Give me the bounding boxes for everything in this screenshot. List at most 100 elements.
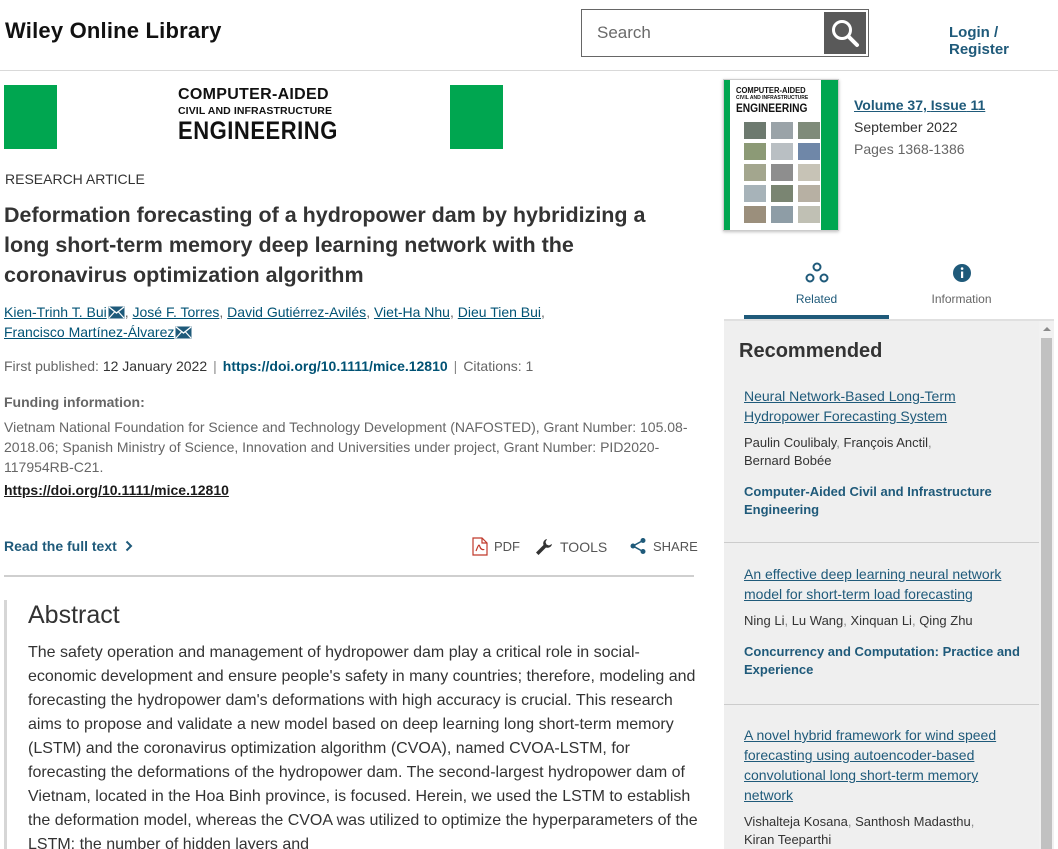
citations-count[interactable]: Citations: 1	[463, 358, 533, 374]
search-button[interactable]	[824, 12, 866, 54]
funding-doi-link[interactable]: https://doi.org/10.1111/mice.12810	[4, 482, 229, 498]
cover-photo-grid	[744, 122, 820, 223]
recommended-authors: Ning Li, Lu Wang, Xinquan Li, Qing Zhu	[744, 613, 973, 628]
recommended-author: Paulin Coulibaly	[744, 435, 837, 450]
recommended-author: Kiran Teeparthi	[744, 832, 832, 847]
wrench-icon	[536, 539, 552, 555]
share-button[interactable]: SHARE	[629, 537, 698, 555]
read-full-text-link[interactable]: Read the full text	[4, 538, 134, 554]
cover-photo	[744, 164, 766, 181]
share-label: SHARE	[653, 538, 698, 554]
author-link[interactable]: Kien-Trinh T. Bui	[4, 304, 107, 320]
pdf-button[interactable]: PDF	[472, 537, 520, 556]
author-link[interactable]: Francisco Martínez-Álvarez	[4, 324, 174, 340]
site-logo[interactable]: Wiley Online Library	[5, 18, 222, 44]
cover-stripe	[821, 80, 838, 230]
issue-label: Issue	[930, 97, 967, 113]
author-link[interactable]: José F. Torres	[133, 304, 220, 320]
cover-title: COMPUTER-AIDED CIVIL AND INFRASTRUCTURE …	[736, 86, 820, 115]
recommended-journal[interactable]: Computer-Aided Civil and Infrastructure …	[744, 483, 1029, 519]
abstract-heading: Abstract	[28, 601, 120, 629]
banner-green-block	[4, 85, 57, 149]
recommended-author: Bernard Bobée	[744, 453, 832, 468]
recommended-divider	[724, 542, 1039, 543]
funding-text: Vietnam National Foundation for Science …	[4, 419, 688, 475]
cover-photo	[798, 206, 820, 223]
recommended-divider	[724, 704, 1039, 705]
tab-related-label: Related	[795, 292, 838, 306]
cover-photo	[744, 143, 766, 160]
publication-info: First published: 12 January 2022 | https:/…	[4, 358, 534, 374]
doi-link[interactable]: https://doi.org/10.1111/mice.12810	[223, 358, 448, 374]
search-icon	[832, 20, 859, 47]
recommended-author: Ning Li	[744, 613, 785, 628]
email-icon[interactable]	[108, 306, 125, 319]
recommended-author: Santhosh Madasthu	[855, 814, 971, 829]
issue-pages: Pages 1368-1386	[854, 141, 965, 157]
author-link[interactable]: Viet-Ha Nhu	[374, 304, 450, 320]
journal-logo-line3: ENGINEERING	[178, 116, 338, 145]
recommended-author: François Anctil	[843, 435, 929, 450]
article-title: Deformation forecasting of a hydropower …	[4, 203, 646, 287]
cover-photo	[798, 185, 820, 202]
journal-logo[interactable]: COMPUTER-AIDED CIVIL AND INFRASTRUCTURE …	[178, 87, 338, 145]
recommended-item: An effective deep learning neural networ…	[724, 564, 1039, 679]
volume-label: Volume	[854, 97, 904, 113]
tab-related[interactable]: Related	[744, 262, 889, 319]
funding-label: Funding information:	[4, 394, 145, 410]
first-published-label: First published:	[4, 358, 99, 374]
chevron-right-icon	[125, 540, 133, 552]
cover-photo	[771, 206, 793, 223]
author-link[interactable]: Dieu Tien Bui	[458, 304, 541, 320]
cover-photo	[771, 122, 793, 139]
volume-link[interactable]: Volume 37, Issue 11	[854, 97, 985, 113]
cover-stripe	[724, 80, 730, 230]
cover-photo	[771, 164, 793, 181]
recommended-author: Vishalteja Kosana	[744, 814, 848, 829]
cover-title-line1: COMPUTER-AIDED	[736, 86, 806, 95]
volume-number: 37,	[907, 97, 927, 113]
tools-button[interactable]: TOOLS	[534, 537, 607, 557]
recommended-item: Neural Network-Based Long-Term Hydropowe…	[724, 386, 1039, 519]
info-icon	[952, 264, 971, 282]
recommended-authors: Vishalteja Kosana, Santhosh Madasthu, Kir…	[744, 814, 975, 847]
top-header: Wiley Online Library Login / Register	[0, 0, 1058, 71]
login-register-link[interactable]: Login / Register	[949, 24, 1058, 58]
related-nodes-icon	[805, 262, 828, 283]
scroll-up-arrow-icon	[1042, 326, 1051, 331]
cover-photo	[744, 206, 766, 223]
issue-meta: Volume 37, Issue 11 September 2022 Pages…	[854, 94, 985, 160]
section-divider	[4, 575, 694, 577]
tab-information[interactable]: Information	[889, 262, 1034, 319]
tab-information-label: Information	[931, 292, 992, 306]
journal-banner[interactable]: COMPUTER-AIDED CIVIL AND INFRASTRUCTURE …	[4, 85, 504, 149]
author-link[interactable]: David Gutiérrez-Avilés	[227, 304, 366, 320]
pdf-icon	[472, 537, 488, 556]
banner-green-block	[450, 85, 503, 149]
cover-photo	[798, 122, 820, 139]
abstract-text: The safety operation and management of h…	[28, 644, 698, 849]
scroll-thumb[interactable]	[1041, 338, 1052, 849]
abstract-section: Abstract The safety operation and manage…	[4, 600, 698, 849]
cover-title-line3: ENGINEERING	[736, 101, 808, 115]
recommended-authors: Paulin Coulibaly, François Anctil, Bernar…	[744, 435, 932, 468]
recommended-author: Xinquan Li	[850, 613, 912, 628]
journal-logo-line2: CIVIL AND INFRASTRUCTURE	[178, 105, 333, 117]
cover-photo	[744, 185, 766, 202]
cover-photo	[798, 164, 820, 181]
cover-photo	[744, 122, 766, 139]
recommended-journal[interactable]: Concurrency and Computation: Practice an…	[744, 643, 1029, 679]
panel-scrollbar[interactable]	[1039, 321, 1054, 849]
recommended-title-link[interactable]: Neural Network-Based Long-Term Hydropowe…	[744, 386, 1029, 426]
recommended-title-link[interactable]: A novel hybrid framework for wind speed …	[744, 725, 1029, 805]
recommended-title-link[interactable]: An effective deep learning neural networ…	[744, 564, 1029, 604]
search-input[interactable]	[582, 10, 824, 56]
tools-label: TOOLS	[560, 539, 608, 555]
first-published-date: 12 January 2022	[102, 358, 208, 374]
scroll-up-button[interactable]	[1039, 321, 1054, 336]
cover-photo	[771, 185, 793, 202]
cover-photo	[798, 143, 820, 160]
email-icon[interactable]	[175, 326, 192, 339]
journal-cover-image[interactable]: COMPUTER-AIDED CIVIL AND INFRASTRUCTURE …	[723, 79, 839, 231]
article-type: RESEARCH ARTICLE	[5, 171, 145, 187]
